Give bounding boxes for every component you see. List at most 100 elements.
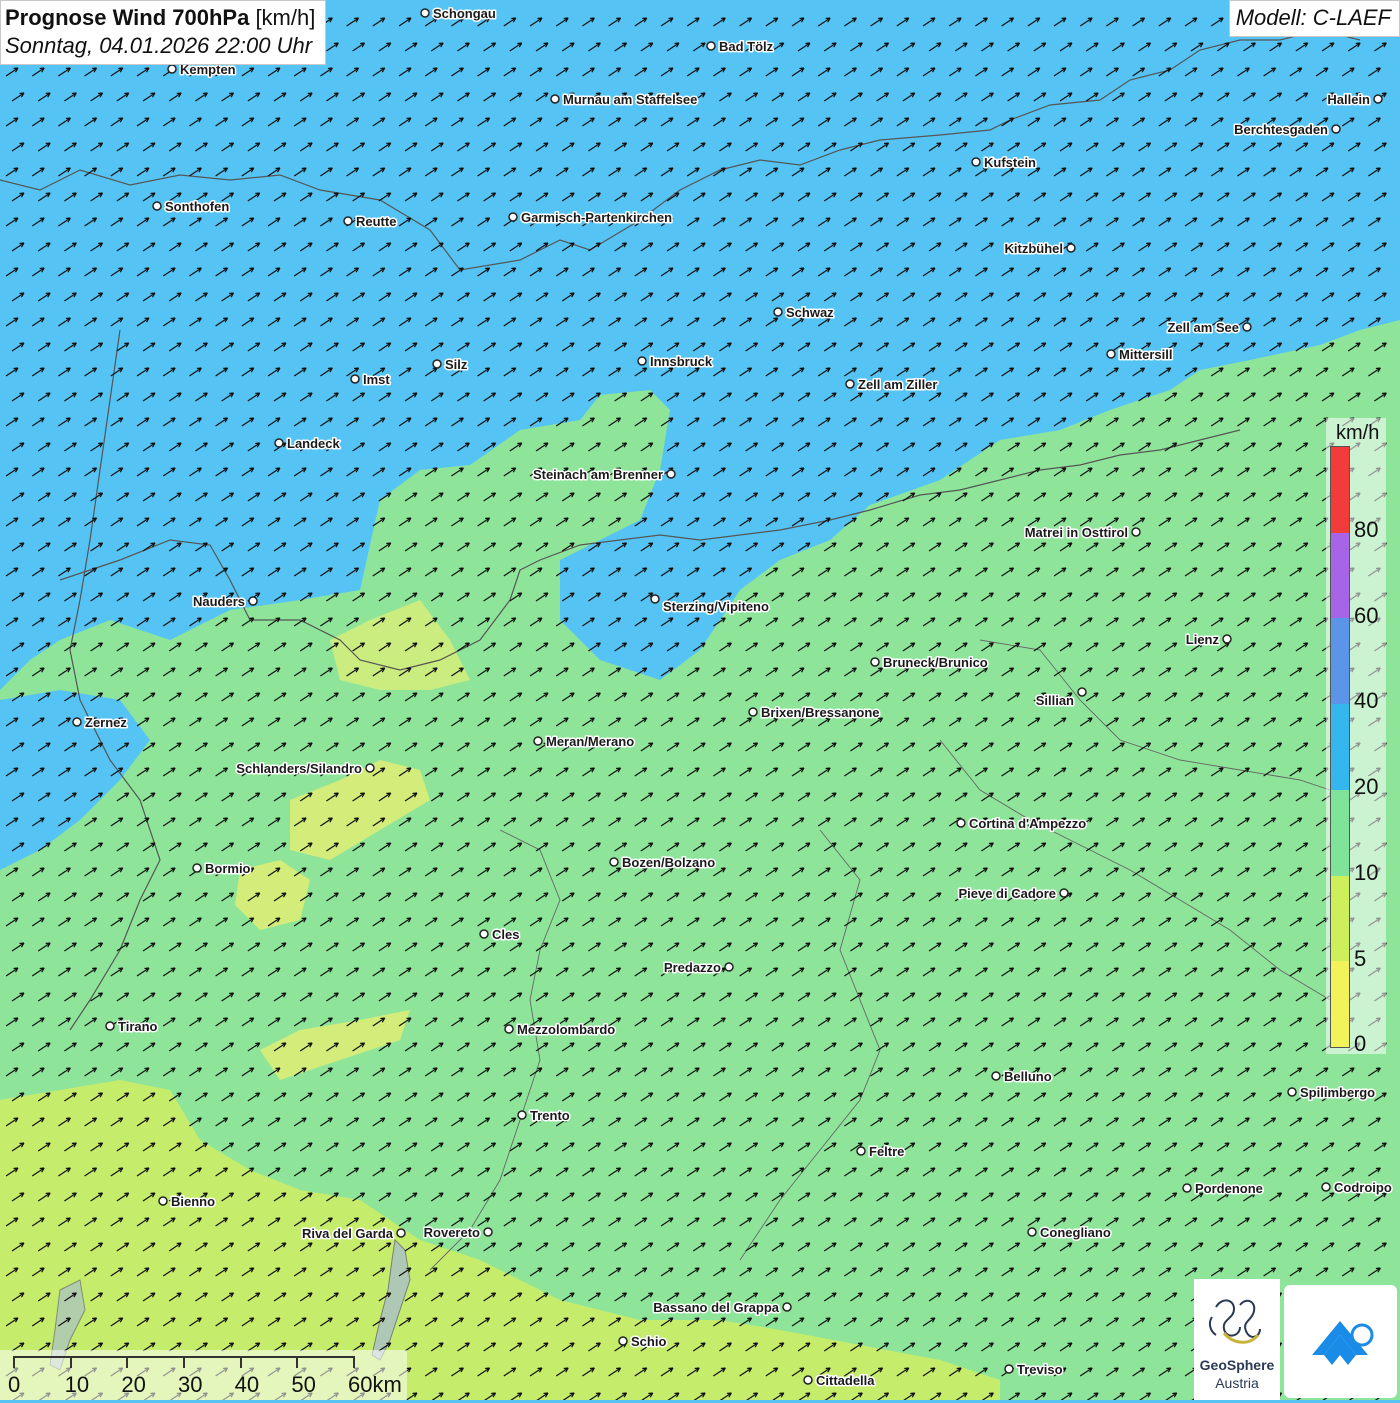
city-dot [856,1146,866,1156]
color-legend: km/h 80 60 40 20 10 5 0 [1326,418,1386,1056]
scale-tick [183,1356,185,1368]
city-marker: Brixen/Bressanone [748,704,881,722]
city-label: Predazzo [664,960,721,975]
legend-color-bar [1330,446,1350,1048]
legend-tick-label: 80 [1354,517,1379,542]
city-label: Schongau [433,6,496,21]
city-label: Imst [363,372,390,387]
city-label: Kufstein [984,155,1036,170]
city-dot [248,596,258,606]
city-dot [618,1336,628,1346]
city-label: Feltre [869,1144,904,1159]
city-label: Matrei in Osttirol [1025,525,1128,540]
city-marker: Bruneck/Brunico [870,654,989,672]
legend-color-step [1331,704,1349,790]
city-dot [483,1227,493,1237]
geosphere-name: GeoSphere [1199,1357,1275,1373]
map-title: Prognose Wind 700hPa [km/h] [5,4,315,32]
wind-map: SchongauBad TölzKemptenMurnau am Staffel… [0,0,1400,1400]
geosphere-country: Austria [1215,1375,1259,1391]
city-label: Hallein [1327,92,1370,107]
city-marker: Bassano del Grappa [652,1299,792,1317]
city-dot [533,736,543,746]
legend-color-step [1331,961,1349,1047]
city-dot [609,857,619,867]
city-dot [971,157,981,167]
city-label: Cles [492,927,519,942]
city-label: Murnau am Staffelsee [563,92,697,107]
city-dot [508,212,518,222]
city-dot [956,818,966,828]
city-dot [637,356,647,366]
city-marker: Garmisch-Partenkirchen [508,209,674,227]
city-label: Bozen/Bolzano [622,855,715,870]
city-dot [343,216,353,226]
map-title-box: Prognose Wind 700hPa [km/h] Sonntag, 04.… [0,0,327,65]
scale-tick [296,1356,299,1368]
city-dot [105,1021,115,1031]
city-label: Spilimbergo [1300,1085,1375,1100]
city-dot [504,1024,514,1034]
city-marker: Innsbruck [637,353,714,371]
legend-color-step [1331,618,1349,705]
city-label: Innsbruck [650,354,713,369]
city-label: Rovereto [424,1225,480,1240]
city-dot [1222,634,1232,644]
legend-unit: km/h [1336,422,1380,444]
city-label: Schwaz [786,305,834,320]
city-dot [1287,1087,1297,1097]
city-label: Riva del Garda [302,1226,394,1241]
city-marker: Spilimbergo [1287,1084,1377,1102]
city-dot [1321,1182,1331,1192]
legend-tick-label: 60 [1354,602,1379,628]
legend-color-step [1331,532,1349,619]
weather-app-logo [1284,1285,1397,1398]
city-dot [396,1228,406,1238]
city-label: Brixen/Bressanone [761,705,880,720]
city-marker: Murnau am Staffelsee [550,91,699,109]
legend-tick-label: 5 [1354,945,1367,971]
scale-label: 10 [64,1372,90,1397]
city-dot [1066,243,1076,253]
city-marker: Riva del Garda [300,1225,406,1243]
city-label: Bad Tölz [719,39,774,54]
city-dot [479,929,489,939]
city-label: Lienz [1186,632,1220,647]
city-dot [432,359,442,369]
city-label: Zell am See [1167,320,1239,335]
city-marker: Sonthofen [152,198,231,216]
city-label: Schlanders/Silandro [236,761,362,776]
city-label: Bruneck/Brunico [883,655,988,670]
map-title-unit: [km/h] [255,5,316,30]
city-dot [845,379,855,389]
city-label: Tirano [118,1019,158,1034]
city-dot [1077,687,1087,697]
city-label: Conegliano [1040,1225,1111,1240]
model-label: Modell: C-LAEF [1228,0,1400,37]
scale-label: 40 [234,1372,260,1397]
city-label: Codroipo [1334,1180,1392,1195]
city-marker: Berchtesgaden [1233,121,1341,139]
city-marker: Steinach am Brenner [531,466,676,484]
city-dot [420,8,430,18]
city-marker: Bozen/Bolzano [609,854,717,872]
scale-tick [69,1356,72,1368]
city-marker: Cortina d'Ampezzo [956,815,1088,833]
city-label: Belluno [1004,1069,1052,1084]
city-dot [748,707,758,717]
city-dot [870,657,880,667]
city-dot [1373,94,1383,104]
city-label: Schio [631,1334,666,1349]
city-dot [167,64,177,74]
scale-tick [126,1356,129,1368]
geosphere-logo: GeoSphere Austria [1194,1279,1280,1400]
city-dot [782,1302,792,1312]
city-dot [666,469,676,479]
legend-tick-label: 20 [1354,774,1379,800]
city-label: Nauders [193,594,245,609]
city-label: Berchtesgaden [1234,122,1328,137]
scale-bar: 0 10 20 30 40 50 60km [0,1350,407,1400]
city-dot [991,1071,1001,1081]
city-dot [1182,1183,1192,1193]
city-dot [158,1196,168,1206]
